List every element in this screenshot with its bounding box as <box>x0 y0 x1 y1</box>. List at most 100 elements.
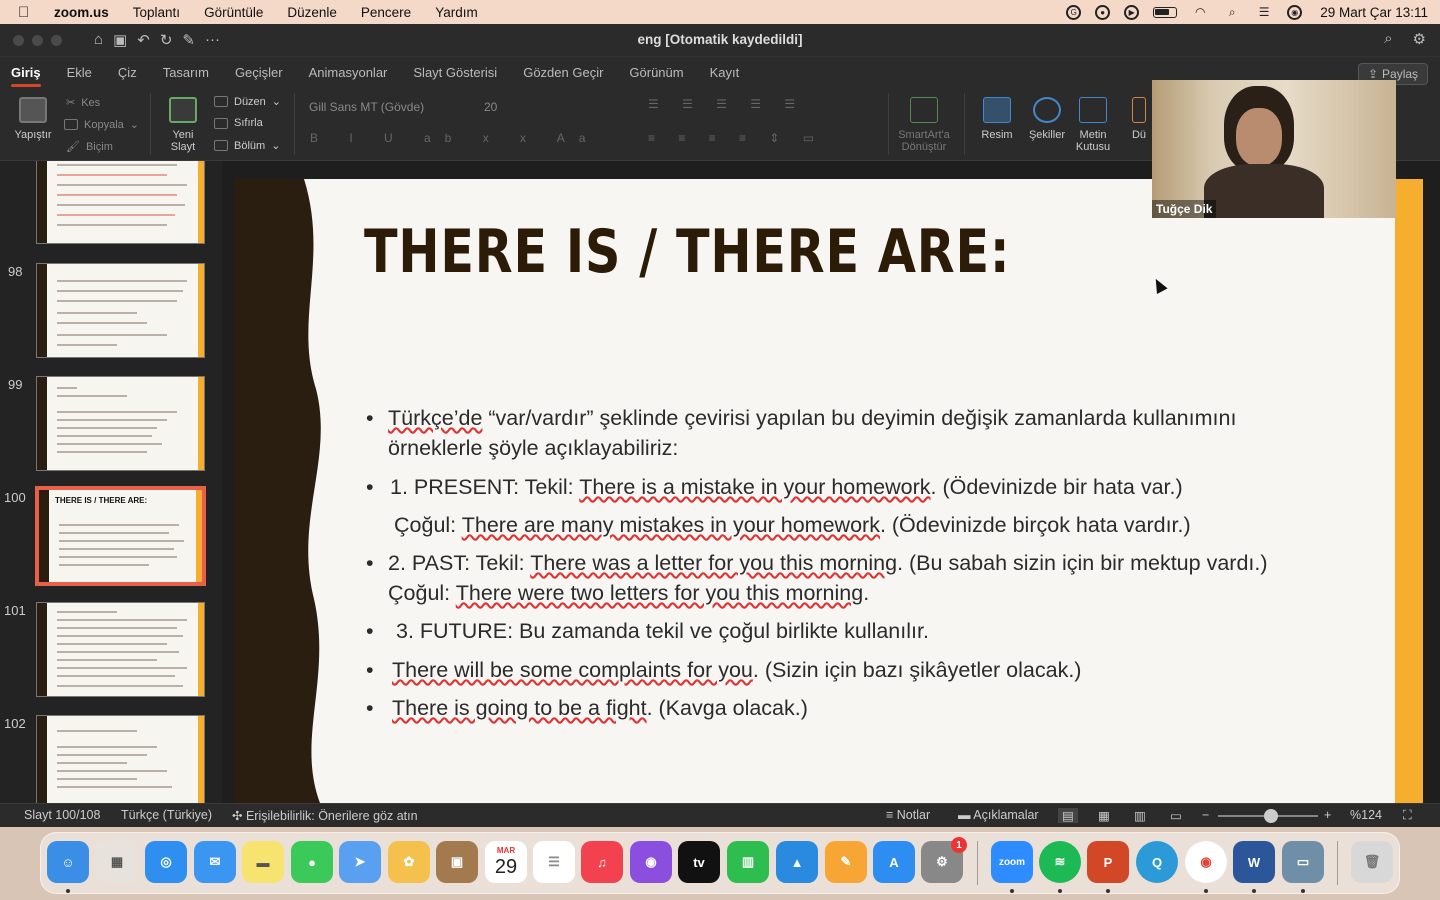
thumb-text-line <box>57 659 157 661</box>
trash-icon[interactable]: 🗑 <box>1351 841 1393 883</box>
zoom-in-button[interactable]: + <box>1324 808 1331 822</box>
zoom-slider-handle[interactable] <box>1264 809 1278 823</box>
tab-transitions[interactable]: Geçişler <box>235 65 283 80</box>
clock[interactable]: 29 Mart Çar 13:11 <box>1320 5 1428 20</box>
layout-button[interactable]: Düzen ⌄ <box>214 95 281 108</box>
shapes-button[interactable]: Şekiller <box>1024 97 1070 141</box>
grammarly-icon[interactable]: G <box>1066 4 1082 20</box>
zoom-out-button[interactable]: − <box>1202 808 1209 822</box>
slide-title[interactable]: THERE IS / THERE ARE: <box>364 217 1010 287</box>
tab-draw[interactable]: Çiz <box>118 65 137 80</box>
comments-button[interactable]: ▬ Açıklamalar <box>958 808 1039 822</box>
slide-thumbnail[interactable] <box>36 161 205 244</box>
apple-tv-icon[interactable]: tv <box>678 841 720 883</box>
menu-item-help[interactable]: Yardım <box>435 5 478 20</box>
battery-icon[interactable] <box>1153 6 1178 18</box>
account-icon[interactable]: ● <box>1095 4 1111 20</box>
launchpad-icon[interactable]: ▦ <box>96 841 138 883</box>
slide-thumbnail-selected[interactable]: THERE IS / THERE ARE: <box>36 487 205 585</box>
menu-item-window[interactable]: Pencere <box>361 5 411 20</box>
finder-icon[interactable]: ☺ <box>47 841 89 883</box>
maps-icon[interactable]: ➤ <box>339 841 381 883</box>
tab-slideshow[interactable]: Slayt Gösterisi <box>413 65 497 80</box>
bullet-text: Çoğul: There were two letters for you th… <box>388 578 869 608</box>
powerpoint-icon[interactable]: P <box>1087 841 1129 883</box>
tab-view[interactable]: Görünüm <box>629 65 683 80</box>
accessibility-checker[interactable]: ✣ Erişilebilirlik: Önerilere göz atın <box>232 808 418 823</box>
copy-button[interactable]: Kopyala ⌄ <box>64 118 139 131</box>
quicktime-icon[interactable]: Q <box>1136 841 1178 883</box>
music-icon[interactable]: ♫ <box>581 841 623 883</box>
new-slide-button[interactable]: Yeni Slayt <box>160 97 206 153</box>
tab-review[interactable]: Gözden Geçir <box>523 65 603 80</box>
safari-icon[interactable]: ◎ <box>145 841 187 883</box>
slide-thumbnail[interactable] <box>36 602 205 697</box>
word-icon[interactable]: W <box>1233 841 1275 883</box>
wifi-icon[interactable]: ◠ <box>1191 5 1209 19</box>
tab-record[interactable]: Kayıt <box>710 65 740 80</box>
search-icon[interactable]: ⌕ <box>1384 30 1392 48</box>
tab-insert[interactable]: Ekle <box>67 65 92 80</box>
calendar-icon[interactable]: MAR 29 <box>485 841 527 883</box>
messages-icon[interactable]: ● <box>291 841 333 883</box>
menu-item-meeting[interactable]: Toplantı <box>133 5 180 20</box>
menu-item-view[interactable]: Görüntüle <box>204 5 263 20</box>
zoom-app-icon[interactable]: zoom <box>991 841 1033 883</box>
spotify-icon[interactable]: ≋ <box>1039 841 1081 883</box>
slide-editor-canvas[interactable]: THERE IS / THERE ARE: • Türkçe’de “var/v… <box>222 161 1440 803</box>
bullet-dot: • <box>366 406 374 430</box>
chrome-icon[interactable]: ◉ <box>1185 841 1227 883</box>
contacts-icon[interactable]: ▣ <box>436 841 478 883</box>
fit-to-window-button[interactable]: ⛶ <box>1403 808 1412 823</box>
play-icon[interactable]: ▶ <box>1124 4 1140 20</box>
preview-icon[interactable]: ▭ <box>1282 841 1324 883</box>
search-icon[interactable]: ⌕ <box>1223 5 1241 19</box>
app-store-icon[interactable]: A <box>873 841 915 883</box>
slideshow-button[interactable]: ▭ <box>1170 808 1182 823</box>
arrange-icon <box>1132 97 1146 123</box>
document-title: eng [Otomatik kaydedildi] <box>637 32 803 47</box>
tab-animations[interactable]: Animasyonlar <box>309 65 388 80</box>
slide-thumbnail[interactable] <box>36 263 205 358</box>
section-button[interactable]: Bölüm ⌄ <box>214 139 280 152</box>
podcasts-icon[interactable]: ◉ <box>630 841 672 883</box>
reset-button[interactable]: Sıfırla <box>214 117 263 129</box>
cut-button[interactable]: ✂ Kes <box>66 96 100 110</box>
slide-thumbnail[interactable] <box>36 376 205 471</box>
participant-video[interactable]: Tuğçe Dik <box>1152 80 1396 218</box>
keynote-icon[interactable]: ▲ <box>776 841 818 883</box>
slide-sorter-button[interactable]: ▦ <box>1098 808 1110 823</box>
apple-icon[interactable]:  <box>18 4 38 21</box>
siri-icon[interactable]: ◉ <box>1287 4 1303 20</box>
tab-design[interactable]: Tasarım <box>163 65 209 80</box>
font-size-dropdown[interactable]: 20 <box>478 97 526 117</box>
slide-thumbnail-panel[interactable]: 98 99 100 THERE IS / THERE ARE: 101 102 <box>0 161 222 803</box>
current-slide[interactable]: THERE IS / THERE ARE: • Türkçe’de “var/v… <box>234 179 1423 803</box>
language-indicator[interactable]: Türkçe (Türkiye) <box>121 808 212 822</box>
arrange-button[interactable]: Dü <box>1126 97 1152 141</box>
format-painter-button[interactable]: 🖌 Biçim <box>66 140 113 154</box>
smartart-button[interactable]: SmartArt'a Dönüştür <box>894 97 954 153</box>
font-name-dropdown[interactable]: Gill Sans MT (Gövde) <box>303 97 473 117</box>
tab-home[interactable]: Giriş <box>11 65 41 87</box>
system-settings-icon[interactable]: ⚙ 1 <box>921 837 967 883</box>
zoom-level[interactable]: %124 <box>1350 808 1382 822</box>
textbox-button[interactable]: Metin Kutusu <box>1070 97 1116 153</box>
control-center-icon[interactable]: ☰ <box>1255 5 1273 19</box>
mail-icon[interactable]: ✉ <box>194 841 236 883</box>
notes-button[interactable]: ≡ Notlar <box>886 808 930 822</box>
thumb-text-line <box>57 451 147 453</box>
reading-view-button[interactable]: ▥ <box>1134 808 1146 823</box>
settings-icon[interactable]: ⚙ <box>1413 30 1426 48</box>
photos-icon[interactable]: ✿ <box>388 841 430 883</box>
reminders-icon[interactable]: ☰ <box>533 841 575 883</box>
paste-button[interactable]: Yapıştır <box>10 97 56 141</box>
numbers-icon[interactable]: ▥ <box>727 841 769 883</box>
slide-thumbnail[interactable] <box>36 715 205 803</box>
menu-app-name[interactable]: zoom.us <box>54 5 109 20</box>
notes-app-icon[interactable]: ▬ <box>242 841 284 883</box>
normal-view-button[interactable]: ▤ <box>1058 808 1078 823</box>
picture-button[interactable]: Resim <box>974 97 1020 141</box>
menu-item-edit[interactable]: Düzenle <box>287 5 337 20</box>
pages-icon[interactable]: ✎ <box>825 841 867 883</box>
